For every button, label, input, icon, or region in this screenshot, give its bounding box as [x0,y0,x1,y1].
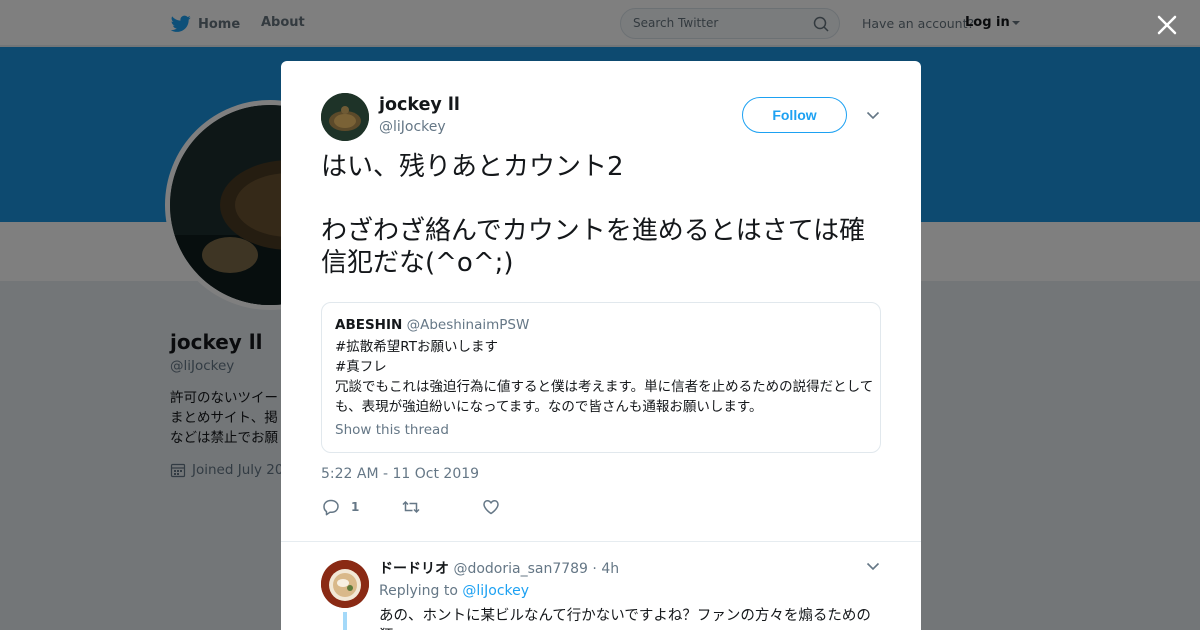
divider [281,541,921,542]
chevron-down-icon[interactable] [866,111,880,120]
replying-to-prefix: Replying to [379,583,458,599]
bowl-image [321,560,369,608]
quoted-header: ABESHIN @AbeshinaimPSW [335,317,529,333]
reply-author-avatar[interactable] [321,560,369,608]
retweet-button[interactable] [401,497,421,517]
follow-button[interactable]: Follow [742,97,847,133]
reply-author-name[interactable]: ドードリオ [379,561,449,577]
sea-turtle-image [321,93,369,141]
author-name[interactable]: jockey ll [379,95,460,115]
tweet-timestamp[interactable]: 5:22 AM - 11 Oct 2019 [321,466,479,482]
author-handle[interactable]: @liJockey [379,119,446,135]
retweet-icon [402,500,420,514]
author-avatar[interactable] [321,93,369,141]
quoted-text: #拡散希望RTお願いします #真フレ 冗談でもこれは強迫行為に値すると僕は考えま… [335,339,874,415]
like-button[interactable] [481,497,501,517]
quoted-author-handle: @AbeshinaimPSW [406,317,530,333]
show-thread-link[interactable]: Show this thread [335,422,449,438]
replying-to: Replying to @liJockey [379,583,529,599]
replying-to-link[interactable]: @liJockey [462,583,529,599]
tweet-modal: jockey ll @liJockey Follow はい、残りあとカウント2 … [281,61,921,630]
reply-button[interactable]: 1 [321,497,359,517]
reply-icon [323,499,339,516]
chevron-down-icon[interactable] [866,562,880,571]
reply-author-handle[interactable]: @dodoria_san7789 [453,561,588,577]
quoted-tweet[interactable]: ABESHIN @AbeshinaimPSW #拡散希望RTお願いします #真フ… [321,302,881,453]
reply-header: ドードリオ @dodoria_san7789 · 4h [379,558,619,578]
reply-time[interactable]: · 4h [592,561,619,577]
heart-icon [483,500,499,515]
quoted-author-name: ABESHIN [335,317,403,333]
reply-count: 1 [351,500,360,514]
close-icon[interactable] [1155,13,1179,37]
tweet-text: はい、残りあとカウント2 わざわざ絡んでカウントを進めるとはさては確信犯だな(^… [321,152,866,278]
reply-text: あの、ホントに某ビルなんて行かないですよね？ファンの方々を煽るための狂 [379,608,871,630]
thread-connector [343,612,347,630]
